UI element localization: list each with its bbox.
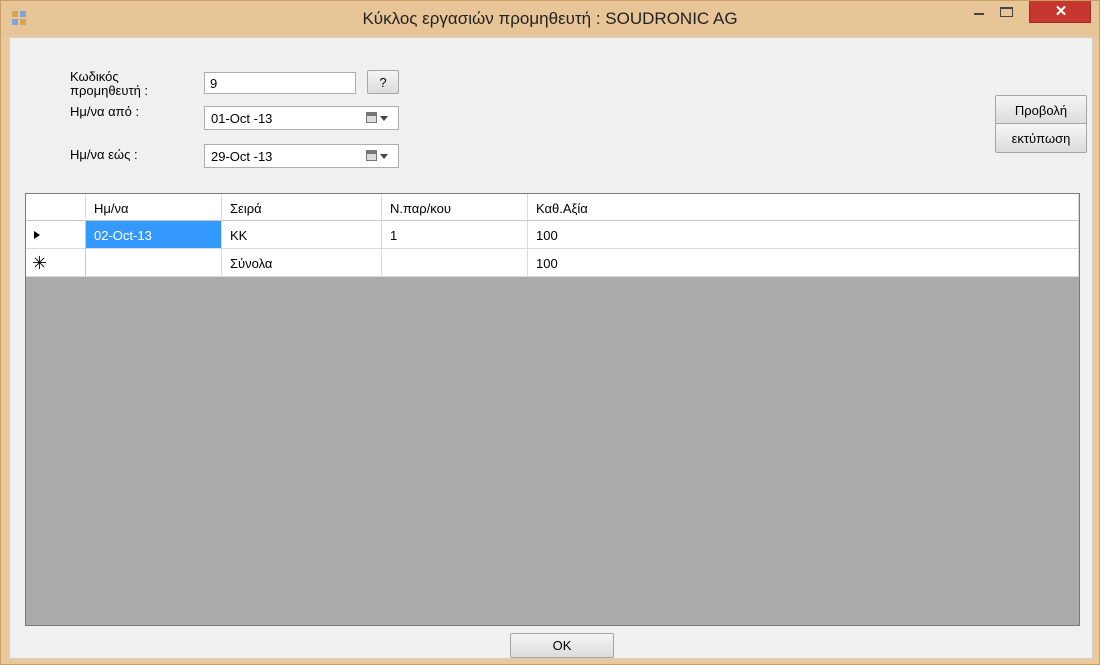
cell-doc-number-totals[interactable] <box>382 249 528 277</box>
current-row-arrow-icon <box>34 231 40 239</box>
minimize-button[interactable] <box>965 1 991 23</box>
close-button[interactable]: ✕ <box>1029 1 1091 23</box>
cell-doc-number[interactable]: 1 <box>382 221 528 249</box>
ok-button[interactable]: OK <box>510 633 614 658</box>
cell-date-totals[interactable] <box>86 249 222 277</box>
column-header-date[interactable]: Ημ/να <box>86 194 222 221</box>
app-window: Κύκλος εργασιών προμηθευτή : SOUDRONIC A… <box>0 0 1100 665</box>
cell-net-value[interactable]: 100 <box>528 221 1079 249</box>
form-client-area: Κωδικός προμηθευτή : 9 ? Ημ/να από : 01-… <box>9 37 1093 659</box>
print-button[interactable]: εκτύπωση <box>995 123 1087 153</box>
title-bar[interactable]: Κύκλος εργασιών προμηθευτή : SOUDRONIC A… <box>1 1 1099 37</box>
supplier-code-input[interactable]: 9 <box>204 72 356 94</box>
maximize-button[interactable] <box>993 1 1019 23</box>
date-to-label: Ημ/να εώς : <box>70 147 138 162</box>
grid-corner-header <box>26 194 86 221</box>
view-button[interactable]: Προβολή <box>995 95 1087 125</box>
window-title: Κύκλος εργασιών προμηθευτή : SOUDRONIC A… <box>362 9 738 28</box>
column-header-series[interactable]: Σειρά <box>222 194 382 221</box>
date-from-picker[interactable]: 01-Oct -13 <box>204 106 399 130</box>
cell-series-totals[interactable]: Σύνολα <box>222 249 382 277</box>
row-header-new[interactable]: ✳ <box>26 249 86 277</box>
maximize-icon <box>1000 7 1013 17</box>
new-row-asterisk-icon: ✳ <box>32 253 48 273</box>
date-to-value: 29-Oct -13 <box>211 149 273 164</box>
column-header-doc-number[interactable]: Ν.παρ/κου <box>382 194 528 221</box>
date-from-calendar-icon[interactable] <box>366 111 392 126</box>
cell-date[interactable]: 02-Oct-13 <box>86 221 222 249</box>
date-from-value: 01-Oct -13 <box>211 111 273 126</box>
column-header-net-value[interactable]: Καθ.Αξία <box>528 194 1079 221</box>
date-to-calendar-icon[interactable] <box>366 149 392 164</box>
supplier-lookup-button[interactable]: ? <box>367 70 399 94</box>
cell-series[interactable]: KK <box>222 221 382 249</box>
cell-net-value-totals[interactable]: 100 <box>528 249 1079 277</box>
data-grid[interactable]: Ημ/να Σειρά Ν.παρ/κου Καθ.Αξία 02-Oct-13… <box>25 193 1080 626</box>
minimize-icon <box>974 13 984 15</box>
supplier-code-label-line2: προμηθευτή : <box>70 83 149 98</box>
supplier-code-label-line1: Κωδικός <box>70 69 119 84</box>
row-header-current[interactable] <box>26 221 86 249</box>
close-icon: ✕ <box>1054 3 1068 20</box>
date-to-picker[interactable]: 29-Oct -13 <box>204 144 399 168</box>
supplier-code-label: Κωδικός προμηθευτή : <box>70 70 148 98</box>
date-from-label: Ημ/να από : <box>70 104 140 119</box>
